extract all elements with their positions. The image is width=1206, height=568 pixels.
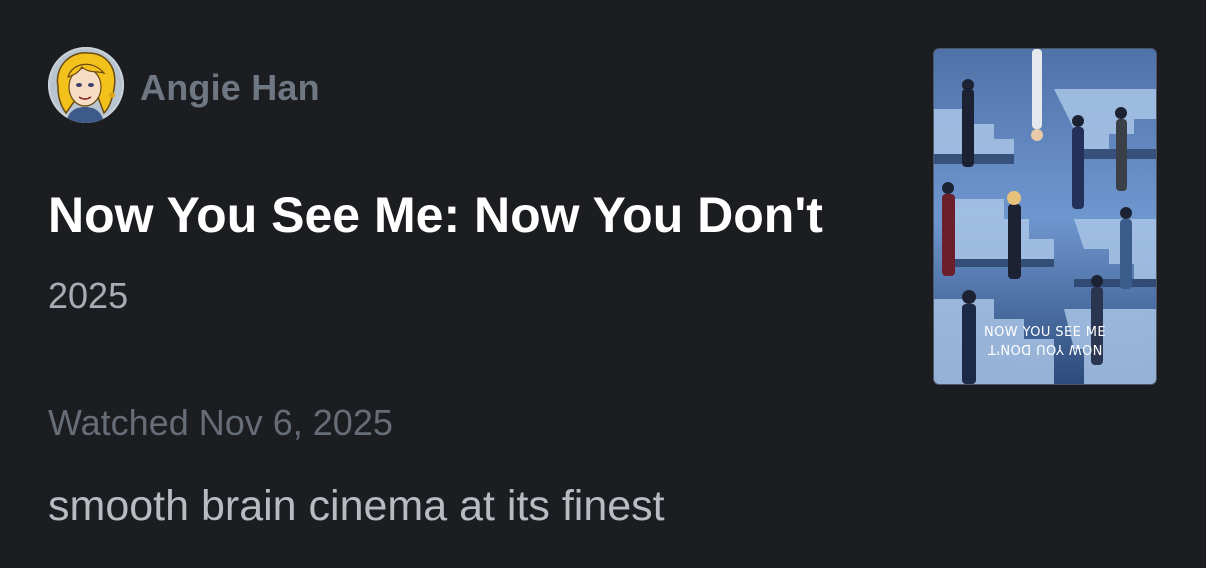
review-card: Angie Han Now You See Me: Now You Don't … (0, 0, 1206, 568)
poster-title-line1: NOW YOU SEE ME (984, 325, 1106, 340)
release-year: 2025 (48, 275, 129, 316)
poster-title-line2: NOW YOU DON'T (987, 341, 1103, 356)
review-text: smooth brain cinema at its finest (48, 482, 665, 530)
movie-title[interactable]: Now You See Me: Now You Don't (48, 184, 823, 246)
author-name[interactable]: Angie Han (140, 66, 320, 110)
author-avatar[interactable] (48, 47, 124, 123)
avatar-illustration (48, 47, 124, 123)
movie-poster[interactable]: NOW YOU SEE ME NOW YOU DON'T (933, 48, 1157, 385)
watched-date: Watched Nov 6, 2025 (48, 402, 393, 443)
